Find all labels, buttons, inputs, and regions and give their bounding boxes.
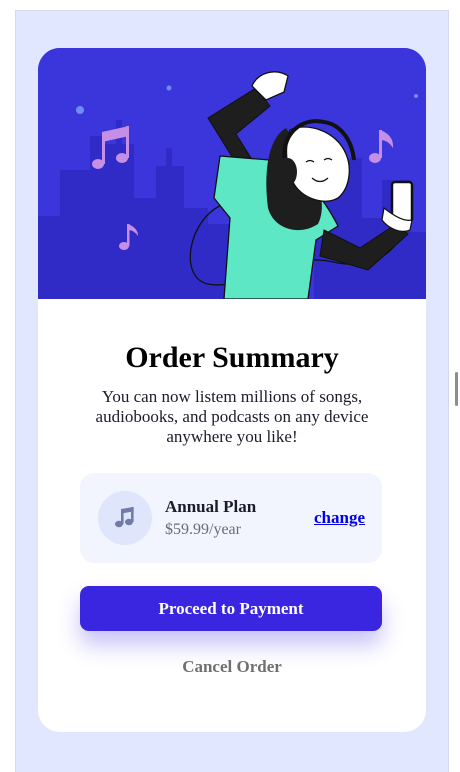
order-summary-card: Order Summary You can now listem million…	[38, 48, 426, 732]
cancel-order-button[interactable]: Cancel Order	[38, 657, 426, 677]
page-title: Order Summary	[125, 341, 339, 374]
proceed-to-payment-button[interactable]: Proceed to Payment	[80, 586, 382, 631]
hero-illustration	[38, 48, 426, 299]
summary-description: You can now listem millions of songs, au…	[95, 387, 369, 446]
hero-illustration-svg	[38, 48, 426, 299]
plan-box: Annual Plan $59.99/year change	[80, 473, 382, 563]
plan-name: Annual Plan	[165, 497, 257, 516]
plan-price: $59.99/year	[165, 521, 241, 538]
change-plan-link[interactable]: change	[314, 508, 365, 528]
plan-icon-circle	[98, 491, 152, 545]
music-note-icon	[115, 507, 134, 528]
scrollbar-thumb[interactable]	[455, 372, 458, 406]
